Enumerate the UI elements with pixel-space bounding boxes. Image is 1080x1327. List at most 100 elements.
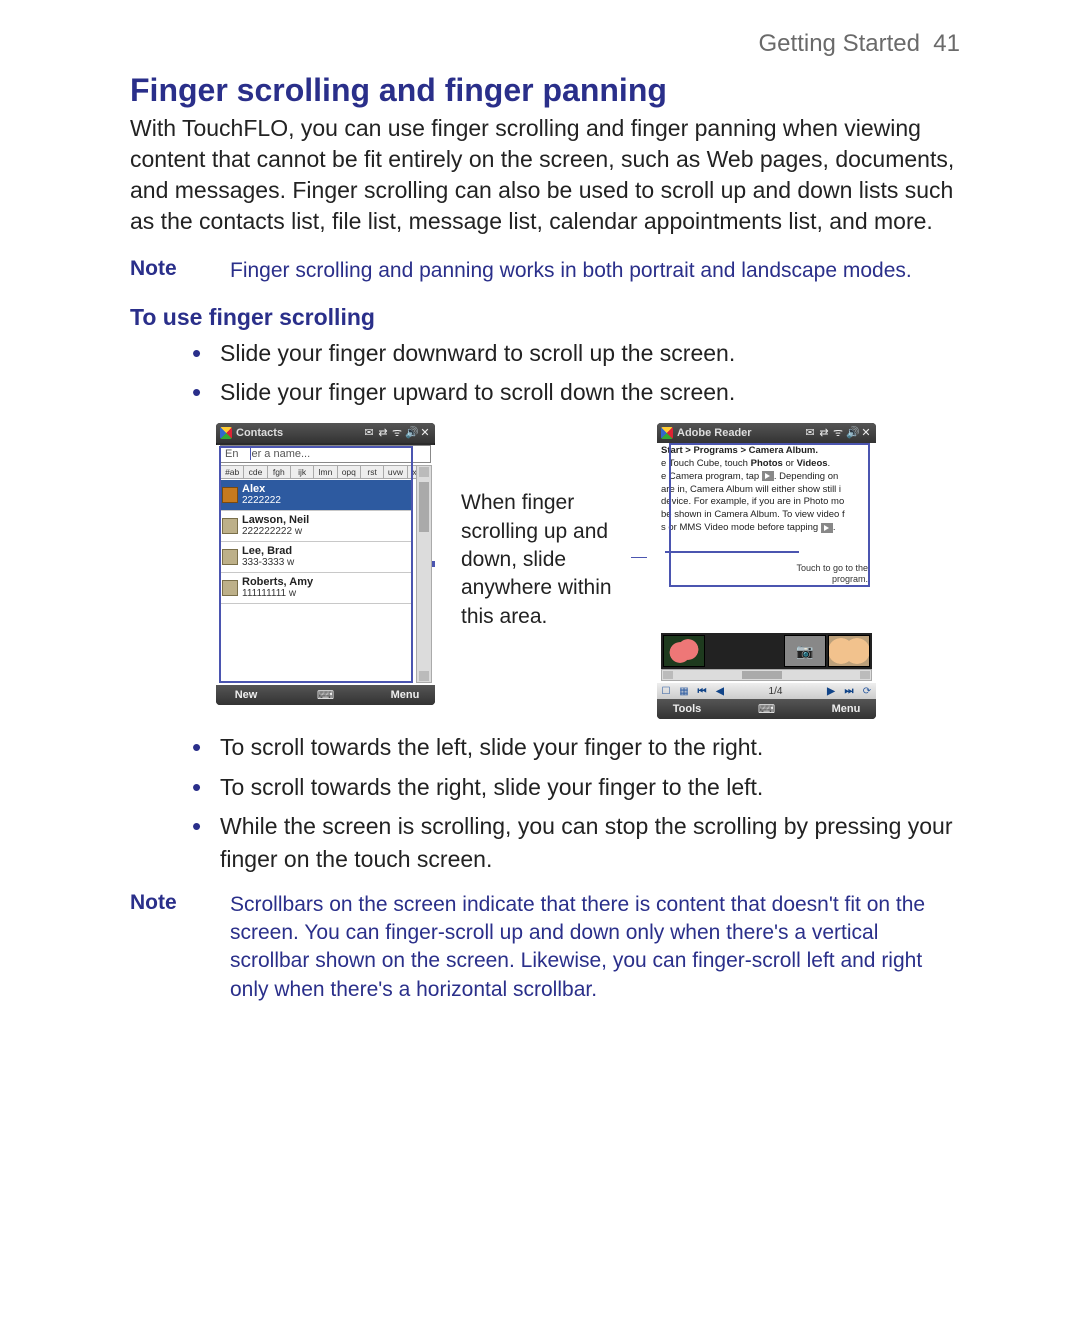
document-body[interactable]: Start > Programs > Camera Album. e Touch… <box>661 445 872 633</box>
leader-line <box>631 557 647 558</box>
list-item: Slide your finger upward to scroll down … <box>220 376 960 409</box>
bullet-list-bottom: To scroll towards the left, slide your f… <box>130 731 960 876</box>
intro-paragraph: With TouchFLO, you can use finger scroll… <box>130 113 960 237</box>
note-label: Note <box>130 257 190 285</box>
screenshot-row: Contacts ✉ ⇄ ᯤ 🔊 ✕ Ener a name... #ab cd… <box>216 423 960 719</box>
section-title: Finger scrolling and finger panning <box>130 72 960 109</box>
doc-line: device. For example, if you are in Photo… <box>661 496 872 509</box>
keyboard-icon[interactable]: ⌨ <box>717 702 816 716</box>
contact-row[interactable]: Lawson, Neil 222222222 w <box>220 511 412 542</box>
contact-icon <box>222 518 238 534</box>
sub-heading: To use finger scrolling <box>130 304 960 331</box>
status-icons: ✉ ⇄ ᯤ 🔊 ✕ <box>363 427 431 439</box>
notify-icon: ✉ <box>804 427 816 439</box>
section-name: Getting Started <box>759 30 920 57</box>
prev-page-icon[interactable]: ◀ <box>711 686 729 697</box>
next-page-icon[interactable]: ▶ <box>822 686 840 697</box>
contact-name: Lawson, Neil <box>242 515 309 527</box>
play-icon <box>762 471 774 481</box>
close-icon: ✕ <box>860 427 872 439</box>
contact-icon <box>222 580 238 596</box>
list-item: While the screen is scrolling, you can s… <box>220 810 960 877</box>
page-indicator: 1/4 <box>729 686 822 697</box>
doc-line: s or MMS Video mode before tapping . <box>661 522 872 535</box>
softkey-tools[interactable]: Tools <box>657 703 717 715</box>
start-icon <box>661 427 673 439</box>
contact-row[interactable]: Lee, Brad 333-3333 w <box>220 542 412 573</box>
doc-line: are in, Camera Album will either show st… <box>661 484 872 497</box>
signal-icon: ᯤ <box>832 427 844 439</box>
caption-text: When finger scrolling up and down, slide… <box>461 491 612 627</box>
contact-name: Lee, Brad <box>242 546 294 558</box>
bullet-list-top: Slide your finger downward to scroll up … <box>130 337 960 410</box>
reader-phone-mock: Adobe Reader ✉ ⇄ ᯤ 🔊 ✕ Start > Programs … <box>657 423 876 719</box>
alpha-tabs[interactable]: #ab cde fgh ijk lmn opq rst uvw xyz <box>220 465 431 479</box>
reader-screen: Start > Programs > Camera Album. e Touch… <box>657 443 876 683</box>
doc-line: Start > Programs > Camera Album. <box>661 445 872 458</box>
keyboard-icon[interactable]: ⌨ <box>276 688 375 702</box>
alpha-tab[interactable]: fgh <box>268 465 291 479</box>
horizontal-scrollbar[interactable] <box>661 669 872 681</box>
app-title: Adobe Reader <box>677 427 800 439</box>
alpha-tab[interactable]: lmn <box>314 465 337 479</box>
thumb-camera[interactable] <box>784 635 826 667</box>
note-text: Finger scrolling and panning works in bo… <box>230 257 912 285</box>
zoom-out-icon[interactable]: ☐ <box>657 686 675 697</box>
status-bar: Adobe Reader ✉ ⇄ ᯤ 🔊 ✕ <box>657 423 876 443</box>
contact-icon <box>222 487 238 503</box>
last-page-icon[interactable]: ⏭ <box>840 686 858 697</box>
page-header: Getting Started 41 <box>130 30 960 58</box>
doc-line: be shown in Camera Album. To view video … <box>661 509 872 522</box>
volume-icon: 🔊 <box>405 427 417 439</box>
thumb-gap <box>707 636 782 666</box>
alpha-tab[interactable]: uvw <box>384 465 407 479</box>
contact-number: 333-3333 w <box>242 558 294 569</box>
notify-icon: ✉ <box>363 427 375 439</box>
contact-icon <box>222 549 238 565</box>
softkey-menu[interactable]: Menu <box>816 703 876 715</box>
sync-icon: ⇄ <box>377 427 389 439</box>
slide-area-caption: When finger scrolling up and down, slide… <box>461 423 631 631</box>
list-item: To scroll towards the left, slide your f… <box>220 731 960 764</box>
doc-line: e Touch Cube, touch Photos or Videos. <box>661 458 872 471</box>
note-label: Note <box>130 891 190 1004</box>
volume-icon: 🔊 <box>846 427 858 439</box>
softkey-new[interactable]: New <box>216 689 276 701</box>
note-2: Note Scrollbars on the screen indicate t… <box>130 891 960 1004</box>
search-input[interactable]: Ener a name... <box>220 445 431 463</box>
first-page-icon[interactable]: ⏮ <box>693 686 711 697</box>
contact-number: 2222222 <box>242 496 281 507</box>
status-icons: ✉ ⇄ ᯤ 🔊 ✕ <box>804 427 872 439</box>
note-text: Scrollbars on the screen indicate that t… <box>230 891 960 1004</box>
page-number: 41 <box>933 30 960 57</box>
alpha-tab[interactable]: cde <box>244 465 267 479</box>
sync-icon: ⇄ <box>818 427 830 439</box>
alpha-tab[interactable]: ijk <box>291 465 314 479</box>
vertical-scrollbar[interactable] <box>416 465 432 683</box>
contact-number: 222222222 w <box>242 527 309 538</box>
softkey-bar: New ⌨ Menu <box>216 685 435 705</box>
status-bar: Contacts ✉ ⇄ ᯤ 🔊 ✕ <box>216 423 435 443</box>
thumb-flower[interactable] <box>663 635 705 667</box>
tool-icon[interactable]: ▦ <box>675 686 693 697</box>
contact-list[interactable]: Alex 2222222 Lawson, Neil 222222222 w <box>220 480 412 604</box>
manual-page: Getting Started 41 Finger scrolling and … <box>0 0 1080 1327</box>
contact-name: Alex <box>242 484 281 496</box>
softkey-menu[interactable]: Menu <box>375 689 435 701</box>
thumbnail-strip[interactable] <box>661 633 872 669</box>
contact-row[interactable]: Alex 2222222 <box>220 480 412 511</box>
list-item: To scroll towards the right, slide your … <box>220 771 960 804</box>
contacts-screen: Ener a name... #ab cde fgh ijk lmn opq r… <box>216 445 435 685</box>
placeholder-post: er a name... <box>251 448 310 460</box>
contact-row[interactable]: Roberts, Amy 111111111 w <box>220 573 412 604</box>
thumb-faces[interactable] <box>828 635 870 667</box>
alpha-tab[interactable]: rst <box>361 465 384 479</box>
contacts-phone-mock: Contacts ✉ ⇄ ᯤ 🔊 ✕ Ener a name... #ab cd… <box>216 423 435 705</box>
rotate-icon[interactable]: ⟳ <box>858 686 876 697</box>
close-icon: ✕ <box>419 427 431 439</box>
note-1: Note Finger scrolling and panning works … <box>130 257 960 285</box>
alpha-tab[interactable]: opq <box>338 465 361 479</box>
annotation-text: Touch to go to the program. <box>796 563 868 584</box>
alpha-tab[interactable]: #ab <box>220 465 244 479</box>
app-title: Contacts <box>236 427 359 439</box>
